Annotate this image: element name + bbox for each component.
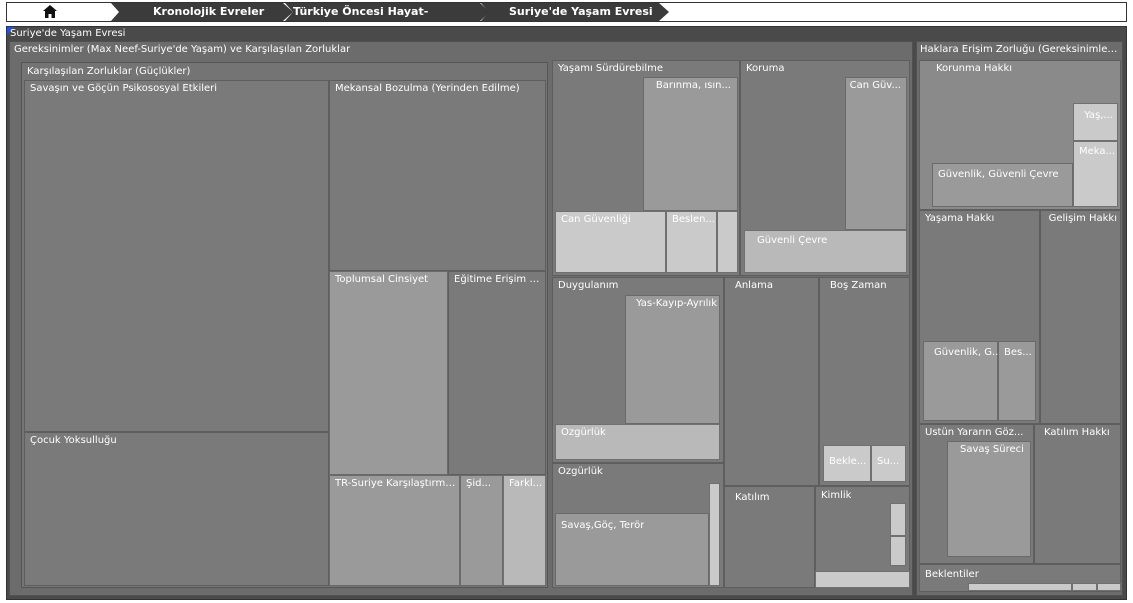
cell-label: Mekansal Bozulma (Yerinden Edilme) <box>335 83 520 94</box>
cell-label: Meka... <box>1078 146 1115 157</box>
group-title: Katılım Hakkı <box>1044 427 1110 438</box>
group-title: Duygulanım <box>558 280 619 291</box>
cell-yas-kayip[interactable]: Yas-Kayıp-Ayrılık <box>625 295 720 424</box>
cell-guvenlik-right[interactable]: Güvenlik, Güvenli Çevre <box>932 163 1073 207</box>
cell-label: Savaş,Göç, Terör <box>561 520 645 531</box>
cell-label: Özgürlük <box>561 427 606 438</box>
haklara-title: Haklara Erişim Zorluğu (Gereksinimler ..… <box>920 44 1120 55</box>
cell-bes[interactable]: Bes... <box>998 341 1036 421</box>
cell-label: TR-Suriye Karşılaştırma... <box>335 478 459 489</box>
cell-label: Yas-Kayıp-Ayrılık <box>636 298 717 309</box>
group-katilim[interactable]: Katılım <box>724 486 815 588</box>
breadcrumb-item-kronolojik[interactable]: Kronolojik Evreler <box>111 3 293 21</box>
cell-cocuk-yoksullugu[interactable]: Çocuk Yoksulluğu <box>24 432 329 586</box>
cell-guvenli-cevre[interactable]: Güvenli Çevre <box>744 230 907 273</box>
cell-bekle[interactable]: Bekle... <box>823 445 871 482</box>
group-gelisim-hakki[interactable]: Gelişim Hakkı <box>1040 210 1121 424</box>
cell-label: Güvenli Çevre <box>757 235 828 246</box>
group-title: Boş Zaman <box>830 280 887 291</box>
zorluklar-title: Karşılaşılan Zorluklar (Güçlükler) <box>27 66 191 77</box>
breadcrumb-home[interactable] <box>7 3 119 21</box>
cell-psikososyal[interactable]: Savaşın ve Göçün Psikososyal Etkileri <box>24 80 329 432</box>
gereksinimler-title: Gereksinimler (Max Neef-Suriye'de Yaşam)… <box>14 44 351 55</box>
group-title: Özgürlük <box>558 466 603 477</box>
cell-can-guvenligi[interactable]: Can Güvenliği <box>555 211 666 273</box>
cell-kimlik-a[interactable] <box>890 503 906 536</box>
cell-su[interactable]: Su... <box>871 445 906 482</box>
cell-label: Şid... <box>466 478 492 489</box>
panel-title: Suriye'de Yaşam Evresi <box>10 28 126 39</box>
cell-label: Su... <box>877 456 900 467</box>
cell-yas-right[interactable]: Yaş,... <box>1073 103 1118 141</box>
cell-sid[interactable]: Şid... <box>460 475 503 586</box>
home-icon <box>43 5 57 18</box>
cell-label: Güvenlik, Güvenli Çevre <box>938 169 1059 180</box>
group-title: Yaşamı Sürdürebilme <box>558 63 664 74</box>
breadcrumb-item-turkiye-oncesi[interactable]: Türkiye Öncesi Hayat-Türkiye'ye ... <box>285 3 490 21</box>
cell-ozgurluk-strip[interactable] <box>709 483 720 586</box>
cell-egitim[interactable]: Eğitime Erişim S... <box>448 271 546 475</box>
cell-beklentiler-b[interactable] <box>1072 583 1097 591</box>
group-anlama[interactable]: Anlama <box>724 277 819 486</box>
cell-kimlik-b[interactable] <box>890 536 906 566</box>
group-title: Üstün Yararın Göz... <box>925 427 1024 438</box>
cell-beslenme[interactable]: Beslen... <box>666 211 717 273</box>
group-title: Korunma Hakkı <box>936 63 1013 74</box>
cell-ozgurluk[interactable]: Özgürlük <box>555 424 720 460</box>
cell-label: Savaşın ve Göçün Psikososyal Etkileri <box>30 83 218 94</box>
cell-beklentiler-a[interactable] <box>968 583 1072 591</box>
cell-can-guv[interactable]: Can Güv... <box>845 77 907 230</box>
cell-label: Güvenlik, G... <box>934 347 1002 358</box>
cell-label: Can Güv... <box>849 80 901 91</box>
group-title: Katılım <box>735 492 770 503</box>
cell-meka[interactable]: Meka... <box>1073 141 1118 207</box>
cell-savas-goc-teror[interactable]: Savaş,Göç, Terör <box>555 513 709 586</box>
cell-label: Barınma, ısın... <box>655 80 731 91</box>
breadcrumb: Kronolojik Evreler Türkiye Öncesi Hayat-… <box>6 2 1127 22</box>
cell-label: Savaş Süreci <box>960 444 1024 455</box>
cell-kimlik-c[interactable] <box>815 571 910 588</box>
group-title: Anlama <box>735 280 773 291</box>
cell-label: Bes... <box>1004 347 1032 358</box>
cell-label: Can Güvenliği <box>561 214 631 225</box>
cell-yasami-small[interactable] <box>717 211 738 273</box>
group-katilim-hakki[interactable]: Katılım Hakkı <box>1034 424 1121 564</box>
cell-mekansal[interactable]: Mekansal Bozulma (Yerinden Edilme) <box>329 80 546 271</box>
cell-label: Beslen... <box>672 214 716 225</box>
cell-label: Toplumsal Cinsiyet <box>335 274 429 285</box>
cell-label: Çocuk Yoksulluğu <box>30 435 117 446</box>
cell-label: Yaş,... <box>1084 110 1113 121</box>
group-title: Yaşama Hakkı <box>925 213 995 224</box>
cell-tr-suriye[interactable]: TR-Suriye Karşılaştırma... <box>329 475 460 586</box>
cell-farkl[interactable]: Farkl... <box>503 475 546 586</box>
cell-beklentiler-c[interactable] <box>1097 583 1121 591</box>
cell-toplumsal-cinsiyet[interactable]: Toplumsal Cinsiyet <box>329 271 448 475</box>
cell-label: Farkl... <box>509 478 543 489</box>
cell-barinma[interactable]: Barınma, ısın... <box>643 77 738 211</box>
group-title: Koruma <box>746 63 785 74</box>
group-title: Beklentiler <box>925 569 979 580</box>
breadcrumb-item-suriye[interactable]: Suriye'de Yaşam Evresi <box>481 3 669 21</box>
cell-savas-sureci[interactable]: Savaş Süreci <box>947 441 1031 557</box>
cell-label: Bekle... <box>829 456 867 467</box>
cell-label: Eğitime Erişim S... <box>454 274 544 285</box>
cell-guvenlik-g[interactable]: Güvenlik, G... <box>923 341 1002 421</box>
group-title: Gelişim Hakkı <box>1048 213 1117 224</box>
group-title: Kimlik <box>821 490 852 501</box>
